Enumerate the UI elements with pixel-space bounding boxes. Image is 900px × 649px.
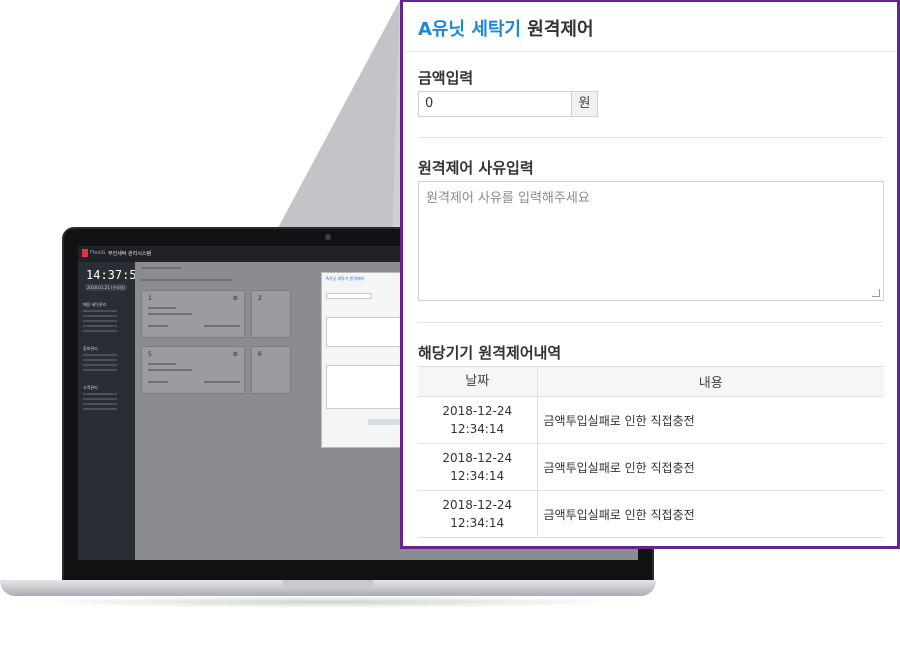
divider bbox=[418, 137, 883, 138]
mini-card-number: 2 bbox=[258, 295, 262, 302]
mini-card-line bbox=[148, 369, 192, 371]
laptop-shadow bbox=[24, 596, 632, 608]
row-time: 12:34:14 bbox=[450, 516, 505, 530]
panel-title-action: 원격제어 bbox=[521, 19, 594, 40]
panel-title: A유닛 세탁기 원격제어 bbox=[418, 15, 594, 41]
mini-card[interactable]: 2 bbox=[251, 290, 291, 338]
mini-card[interactable]: 5 ⚙ bbox=[141, 346, 245, 394]
mini-pagination[interactable] bbox=[368, 419, 402, 425]
mini-menu-item[interactable] bbox=[83, 359, 117, 361]
mini-menu-item[interactable] bbox=[83, 310, 117, 312]
laptop-notch bbox=[282, 580, 374, 587]
camera-dot bbox=[325, 234, 331, 240]
mini-menu-item[interactable] bbox=[83, 325, 117, 327]
mini-card-line bbox=[148, 325, 168, 327]
projection-upper bbox=[264, 0, 400, 254]
amount-label: 금액입력 bbox=[418, 69, 474, 87]
mini-app-title: 무인세탁 관리시스템 bbox=[108, 251, 151, 257]
mini-menu-item[interactable] bbox=[83, 393, 117, 395]
mini-menu-item[interactable] bbox=[83, 354, 117, 356]
mini-card-line bbox=[204, 325, 240, 327]
table-row: 2018-12-24 12:34:14 금액투입실패로 인한 직접충전 bbox=[418, 490, 884, 538]
panel-header: A유닛 세탁기 원격제어 bbox=[403, 2, 897, 52]
row-time: 12:34:14 bbox=[450, 422, 505, 436]
mini-brand: FlexiG bbox=[90, 250, 106, 256]
reason-label: 원격제어 사유입력 bbox=[418, 159, 534, 177]
mini-menu-head-1[interactable]: 매장·세탁관리 bbox=[83, 302, 106, 308]
gear-icon[interactable]: ⚙ bbox=[233, 295, 238, 302]
mini-menu-item[interactable] bbox=[83, 398, 117, 400]
mini-menu-item[interactable] bbox=[83, 320, 117, 322]
reason-textarea[interactable]: 원격제어 사유를 입력해주세요 bbox=[418, 181, 884, 301]
mini-card[interactable]: 6 bbox=[251, 346, 291, 394]
gear-icon[interactable]: ⚙ bbox=[233, 351, 238, 358]
mini-card[interactable]: 1 ⚙ bbox=[141, 290, 245, 338]
mini-card-line bbox=[148, 381, 168, 383]
table-header-row: 날짜 내용 bbox=[418, 366, 884, 397]
column-header-content: 내용 bbox=[537, 366, 884, 397]
history-table: 날짜 내용 2018-12-24 12:34:14 금액투입실패로 인한 직접충… bbox=[418, 366, 884, 538]
mini-menu-head-3[interactable]: 고객관리 bbox=[83, 385, 98, 391]
amount-unit: 원 bbox=[571, 91, 598, 117]
amount-input[interactable]: 0 bbox=[418, 91, 572, 117]
row-content: 금액투입실패로 인한 직접충전 bbox=[537, 443, 884, 491]
mini-sidebar: 14:37:51 2018.01.21 (수요일) 매장·세탁관리 장비관리 고… bbox=[78, 262, 144, 560]
stage: FlexiG 무인세탁 관리시스템 14:37:51 2018.01.21 (수… bbox=[0, 0, 900, 649]
mini-menu-item[interactable] bbox=[83, 369, 117, 371]
mini-date: 2018.01.21 (수요일) bbox=[85, 284, 127, 291]
mini-menu-item[interactable] bbox=[83, 403, 117, 405]
row-content: 금액투입실패로 인한 직접충전 bbox=[537, 490, 884, 538]
row-time: 12:34:14 bbox=[450, 469, 505, 483]
logo-icon bbox=[82, 249, 88, 257]
resize-grip-icon[interactable] bbox=[872, 289, 880, 297]
history-label: 해당기기 원격제어내역 bbox=[418, 344, 562, 362]
mini-card-line bbox=[148, 307, 176, 309]
mini-menu-item[interactable] bbox=[83, 408, 117, 410]
reason-placeholder: 원격제어 사유를 입력해주세요 bbox=[426, 191, 590, 206]
row-datetime: 2018-12-24 12:34:14 bbox=[418, 443, 538, 491]
mini-menu-item[interactable] bbox=[83, 364, 117, 366]
mini-card-line bbox=[148, 363, 176, 365]
mini-page-title bbox=[141, 279, 231, 281]
column-header-date: 날짜 bbox=[418, 366, 538, 397]
row-datetime: 2018-12-24 12:34:14 bbox=[418, 490, 538, 538]
panel-title-device: A유닛 세탁기 bbox=[418, 19, 521, 40]
table-row: 2018-12-24 12:34:14 금액투입실패로 인한 직접충전 bbox=[418, 443, 884, 491]
row-date: 2018-12-24 bbox=[442, 498, 513, 512]
divider bbox=[418, 322, 883, 323]
mini-modal-title: A유닛 세탁기 원격제어 bbox=[326, 276, 365, 281]
mini-amount-input[interactable] bbox=[326, 293, 372, 299]
row-content: 금액투입실패로 인한 직접충전 bbox=[537, 396, 884, 444]
mini-breadcrumb bbox=[141, 267, 181, 269]
row-date: 2018-12-24 bbox=[442, 404, 513, 418]
remote-control-panel: A유닛 세탁기 원격제어 금액입력 0 원 원격제어 사유입력 원격제어 사유를… bbox=[400, 0, 900, 549]
mini-card-line bbox=[204, 381, 240, 383]
mini-menu-item[interactable] bbox=[83, 315, 117, 317]
mini-card-number: 5 bbox=[148, 351, 152, 358]
mini-card-line bbox=[148, 313, 192, 315]
row-date: 2018-12-24 bbox=[442, 451, 513, 465]
row-datetime: 2018-12-24 12:34:14 bbox=[418, 396, 538, 444]
table-row: 2018-12-24 12:34:14 금액투입실패로 인한 직접충전 bbox=[418, 396, 884, 444]
mini-card-number: 1 bbox=[148, 295, 152, 302]
mini-card-number: 6 bbox=[258, 351, 262, 358]
mini-menu-head-2[interactable]: 장비관리 bbox=[83, 346, 98, 352]
mini-menu-item[interactable] bbox=[83, 330, 117, 332]
